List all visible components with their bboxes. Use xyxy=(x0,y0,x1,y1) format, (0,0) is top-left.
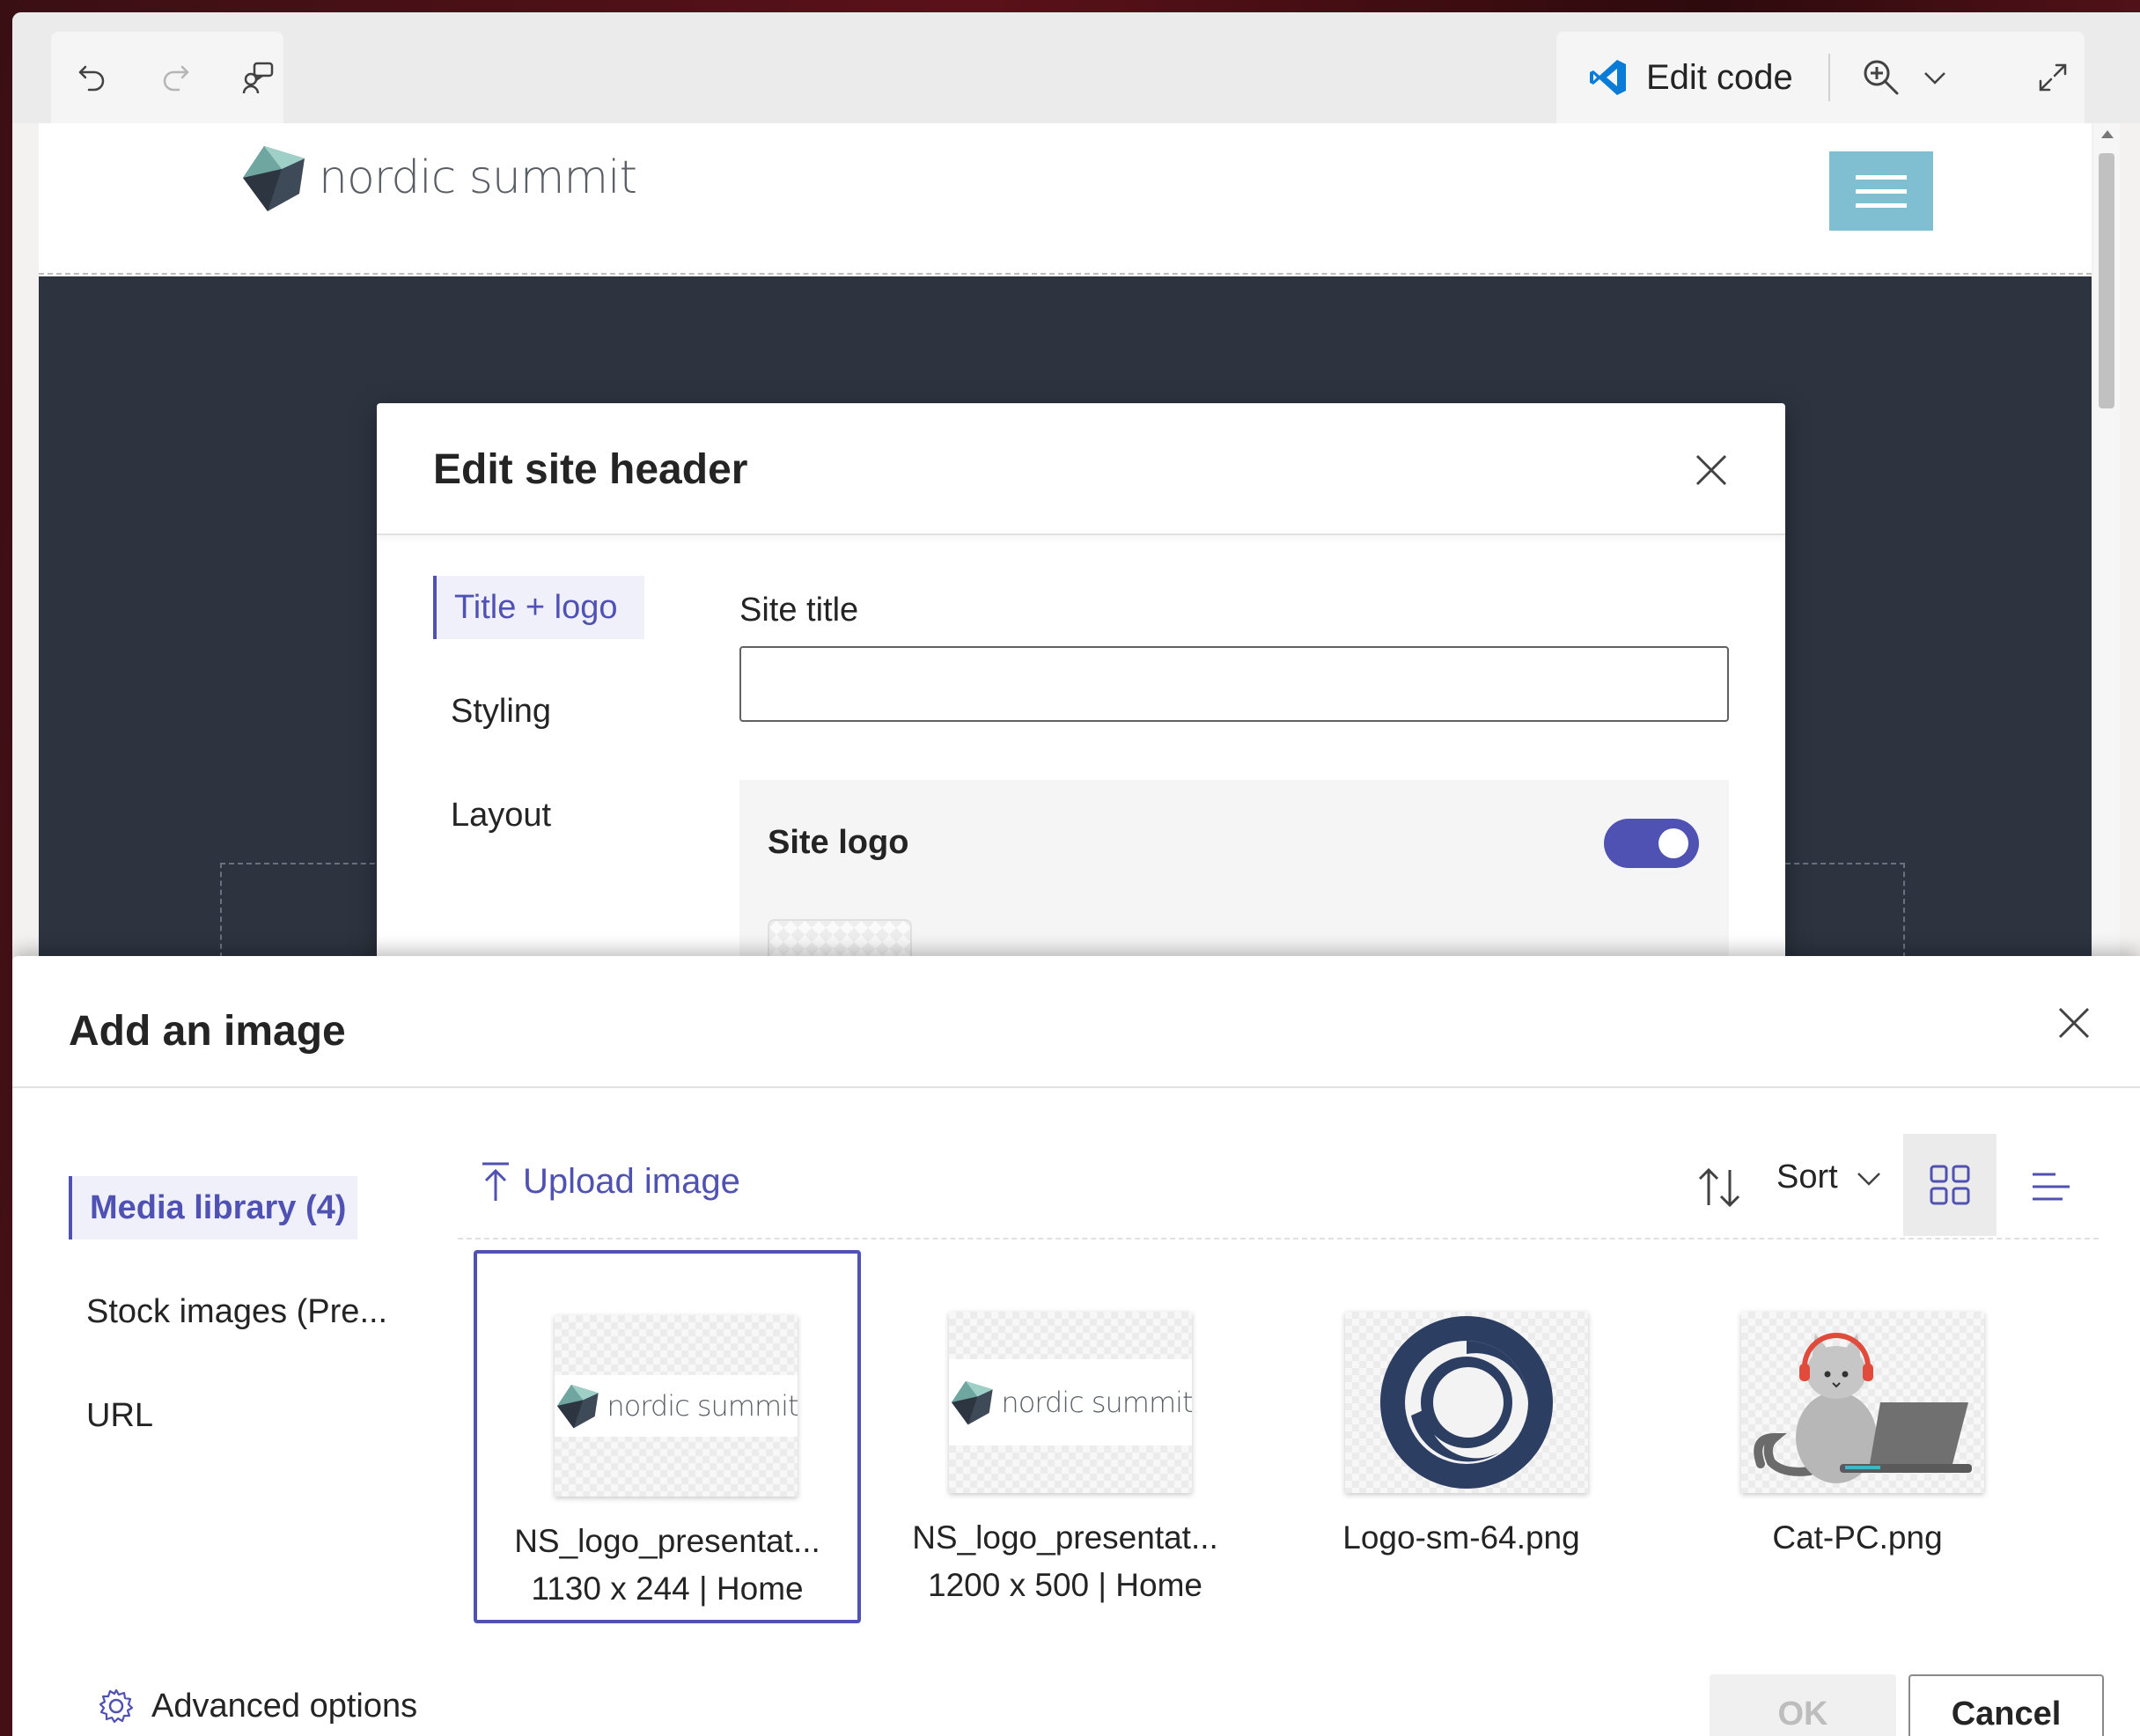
chevron-down-icon xyxy=(1923,72,1945,85)
history-toolbar-group xyxy=(51,32,283,123)
sort-label: Sort xyxy=(1776,1159,1838,1195)
site-header[interactable]: nordic summit xyxy=(39,123,2092,275)
media-toolbar: Upload image Sort xyxy=(458,1134,2099,1239)
tab-stock-images[interactable]: Stock images (Pre... xyxy=(69,1280,421,1343)
zoom-in-icon xyxy=(1864,60,1899,95)
tab-url[interactable]: URL xyxy=(69,1384,421,1447)
top-toolbar: Edit code xyxy=(12,12,2140,123)
dialog-title: Edit site header xyxy=(433,446,748,493)
expand-icon xyxy=(2039,63,2067,92)
edit-code-label: Edit code xyxy=(1646,57,1793,97)
image-name: Logo-sm-64.png xyxy=(1342,1519,1580,1556)
scroll-thumb[interactable] xyxy=(2099,153,2114,408)
image-meta: 1130 x 244 | Home xyxy=(531,1570,804,1607)
media-grid: nordic summit NS_logo_presentat... 1130 … xyxy=(474,1250,2099,1637)
thumb-logo-text: nordic summit xyxy=(607,1389,798,1423)
grid-view-button[interactable] xyxy=(1903,1134,1997,1236)
view-toolbar-group: Edit code xyxy=(1556,32,2085,123)
zoom-dropdown[interactable] xyxy=(1860,56,1950,99)
redo-button[interactable] xyxy=(151,54,199,101)
expand-button[interactable] xyxy=(2029,54,2077,101)
tab-media-library[interactable]: Media library (4) xyxy=(69,1176,357,1239)
close-dialog-button[interactable] xyxy=(1694,452,1729,492)
list-view-icon xyxy=(2033,1173,2070,1201)
image-source-nav: Media library (4) Stock images (Pre... U… xyxy=(69,1176,421,1488)
thumb-logo-text: nordic summit xyxy=(1001,1386,1192,1419)
nordic-summit-logo-image: nordic summit xyxy=(555,1375,798,1437)
nordic-summit-logo-image: nordic summit xyxy=(949,1359,1192,1445)
image-name: NS_logo_presentat... xyxy=(912,1519,1218,1556)
image-tile[interactable]: nordic summit NS_logo_presentat... 1130 … xyxy=(474,1250,861,1623)
toggle-knob xyxy=(1658,828,1688,858)
site-logo-toggle[interactable] xyxy=(1604,819,1699,868)
hamburger-line xyxy=(1856,202,1907,208)
image-thumbnail xyxy=(1741,1312,1984,1493)
list-view-button[interactable] xyxy=(2016,1151,2086,1222)
image-tile[interactable]: Logo-sm-64.png xyxy=(1268,1250,1655,1623)
circle-logo-image xyxy=(1380,1316,1553,1489)
add-image-panel: Add an image Media library (4) Stock ima… xyxy=(12,956,2140,1736)
nordic-summit-logo-icon xyxy=(557,1385,599,1429)
preview-scrollbar[interactable] xyxy=(2093,123,2120,968)
advanced-options-button[interactable]: Advanced options xyxy=(97,1687,417,1725)
image-tile[interactable]: nordic summit NS_logo_presentat... 1200 … xyxy=(871,1250,1259,1623)
cat-with-laptop-image xyxy=(1754,1333,1972,1483)
upload-image-label: Upload image xyxy=(523,1161,740,1201)
chevron-down-icon xyxy=(1857,1172,1880,1186)
site-logo-panel: Site logo xyxy=(739,780,1729,967)
site-logo: nordic summit xyxy=(238,143,637,213)
tab-title-logo[interactable]: Title + logo xyxy=(433,576,644,639)
dialog-header: Edit site header xyxy=(377,403,1785,535)
image-thumbnail: nordic summit xyxy=(949,1312,1192,1493)
vscode-icon xyxy=(1590,60,1626,95)
site-logo-text: nordic summit xyxy=(319,151,637,204)
undo-button[interactable] xyxy=(69,54,116,101)
close-add-image-button[interactable] xyxy=(2056,1005,2092,1045)
add-image-header: Add an image xyxy=(12,956,2140,1088)
image-thumbnail: nordic summit xyxy=(555,1315,798,1497)
sort-direction-button[interactable] xyxy=(1688,1157,1750,1218)
ok-button[interactable]: OK xyxy=(1710,1674,1896,1736)
sort-dropdown[interactable]: Sort xyxy=(1776,1159,1884,1196)
close-icon xyxy=(2058,1007,2090,1039)
tab-layout[interactable]: Layout xyxy=(433,783,662,847)
gear-icon xyxy=(99,1688,134,1724)
dialog-nav: Title + logo Styling Layout xyxy=(433,576,662,887)
comments-button[interactable] xyxy=(234,54,282,101)
nordic-summit-logo-icon xyxy=(952,1381,994,1425)
redo-icon xyxy=(163,65,189,92)
comments-icon xyxy=(242,62,274,94)
advanced-options-label: Advanced options xyxy=(151,1687,418,1725)
image-name: NS_logo_presentat... xyxy=(514,1523,820,1559)
edit-code-button[interactable]: Edit code xyxy=(1588,57,1793,98)
close-icon xyxy=(1695,454,1727,486)
add-image-title: Add an image xyxy=(69,1008,346,1055)
image-meta: 1200 x 500 | Home xyxy=(928,1567,1202,1603)
site-title-input[interactable] xyxy=(739,646,1729,722)
tab-styling[interactable]: Styling xyxy=(433,680,662,743)
image-name: Cat-PC.png xyxy=(1772,1519,1943,1556)
edit-site-header-dialog: Edit site header Title + logo Styling La… xyxy=(377,403,1785,967)
upload-icon xyxy=(482,1162,509,1201)
cancel-button[interactable]: Cancel xyxy=(1908,1674,2104,1736)
site-title-label: Site title xyxy=(739,592,859,629)
hamburger-menu-button[interactable] xyxy=(1829,151,1933,231)
image-thumbnail xyxy=(1345,1312,1588,1493)
scroll-up-arrow-icon[interactable] xyxy=(2101,130,2114,138)
site-logo-label: Site logo xyxy=(768,824,909,861)
toolbar-divider xyxy=(1827,54,1830,101)
app-window: Edit code nordic summit Edit site header… xyxy=(12,12,2140,1736)
upload-image-button[interactable]: Upload image xyxy=(479,1160,740,1203)
grid-view-icon xyxy=(1930,1165,1970,1205)
sort-arrows-icon xyxy=(1698,1167,1740,1208)
nordic-summit-logo-icon xyxy=(243,146,305,211)
hamburger-line xyxy=(1856,174,1907,180)
hamburger-line xyxy=(1856,188,1907,194)
undo-icon xyxy=(78,65,105,92)
image-tile[interactable]: Cat-PC.png xyxy=(1664,1250,2051,1623)
